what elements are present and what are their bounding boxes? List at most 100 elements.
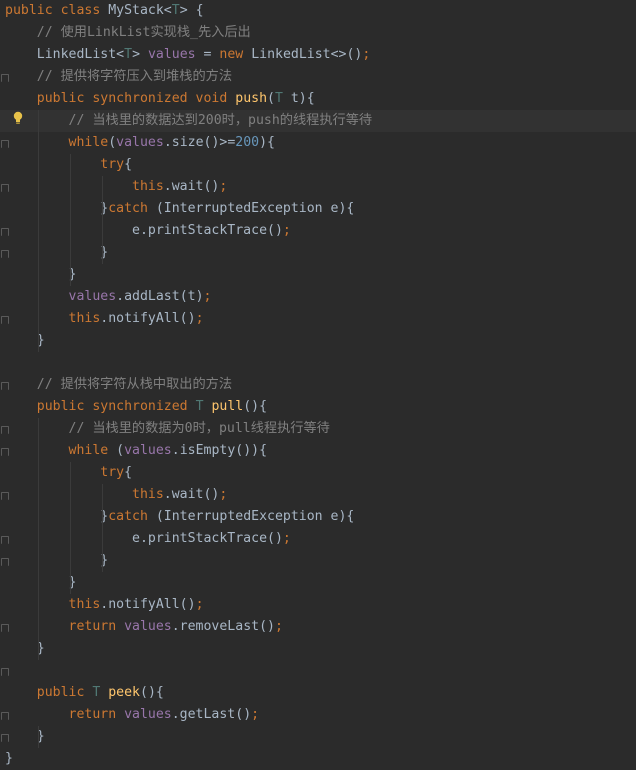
code-token: public xyxy=(5,685,93,700)
code-line[interactable]: e.printStackTrace(); xyxy=(0,528,636,550)
indent-guide xyxy=(70,462,71,594)
code-line[interactable]: this.wait(); xyxy=(0,484,636,506)
code-line-text: // 当栈里的数据为0时，pull线程执行等待 xyxy=(5,418,330,440)
code-token: .wait() xyxy=(163,179,220,194)
code-token: .notifyAll() xyxy=(100,311,196,326)
code-token: .wait() xyxy=(163,487,220,502)
code-line[interactable]: while (values.isEmpty()){ xyxy=(0,440,636,462)
code-line-text: } xyxy=(5,550,108,572)
code-token: ; xyxy=(274,619,283,634)
code-line[interactable]: } xyxy=(0,638,636,660)
code-token: ; xyxy=(203,289,212,304)
code-token: public synchronized void xyxy=(5,91,236,106)
code-line-text: } xyxy=(5,748,13,770)
code-line[interactable]: public T peek(){ xyxy=(0,682,636,704)
code-token: ( xyxy=(267,91,275,106)
code-line[interactable]: // 提供将字符从栈中取出的方法 xyxy=(0,374,636,396)
code-line[interactable]: } xyxy=(0,572,636,594)
code-line-text: while (values.isEmpty()){ xyxy=(5,440,268,462)
code-token: .getLast() xyxy=(171,707,252,722)
code-line[interactable]: } xyxy=(0,242,636,264)
code-line[interactable]: // 当栈里的数据达到200时，push的线程执行等待 xyxy=(0,110,636,132)
code-token: (){ xyxy=(243,399,268,414)
code-token: ; xyxy=(251,707,260,722)
code-line-text: // 当栈里的数据达到200时，push的线程执行等待 xyxy=(5,110,373,132)
code-token: // 当栈里的数据为0时，pull线程执行等待 xyxy=(5,421,330,436)
code-line-text: return values.getLast(); xyxy=(5,704,260,726)
indent-guide xyxy=(38,726,39,748)
code-token: ; xyxy=(282,531,291,546)
code-token: values xyxy=(68,289,117,304)
code-line[interactable]: try{ xyxy=(0,462,636,484)
code-token: T xyxy=(195,399,212,414)
code-line-text: }catch (InterruptedException e){ xyxy=(5,198,354,220)
code-line[interactable]: public synchronized void push(T t){ xyxy=(0,88,636,110)
code-line[interactable]: } xyxy=(0,748,636,770)
code-line[interactable]: }catch (InterruptedException e){ xyxy=(0,506,636,528)
code-token: ( xyxy=(116,443,125,458)
code-token: > xyxy=(132,47,148,62)
code-line-text: // 使用LinkList实现栈_先入后出 xyxy=(5,22,251,44)
code-token: return xyxy=(5,619,125,634)
indent-guide xyxy=(38,110,39,352)
code-line-text: // 提供将字符压入到堆栈的方法 xyxy=(5,66,232,88)
code-token: MyStack xyxy=(108,3,164,18)
code-token: ){ xyxy=(259,135,275,150)
code-line-text: return values.removeLast(); xyxy=(5,616,283,638)
code-line[interactable]: this.notifyAll(); xyxy=(0,594,636,616)
code-token: this xyxy=(5,179,164,194)
code-line[interactable] xyxy=(0,352,636,374)
code-line[interactable]: return values.removeLast(); xyxy=(0,616,636,638)
code-token: > { xyxy=(179,3,204,18)
code-line[interactable]: LinkedList<T> values = new LinkedList<>(… xyxy=(0,44,636,66)
code-line[interactable]: } xyxy=(0,550,636,572)
code-token: public synchronized xyxy=(5,399,196,414)
code-line[interactable]: } xyxy=(0,264,636,286)
code-line[interactable]: while(values.size()>=200){ xyxy=(0,132,636,154)
code-line[interactable] xyxy=(0,660,636,682)
code-editor[interactable]: public class MyStack<T> { // 使用LinkList实… xyxy=(0,0,636,766)
code-token: T xyxy=(92,685,109,700)
code-token: ; xyxy=(195,597,204,612)
code-token: .addLast(t) xyxy=(116,289,204,304)
code-line[interactable]: this.wait(); xyxy=(0,176,636,198)
code-line[interactable]: } xyxy=(0,726,636,748)
indent-guide xyxy=(70,154,71,286)
code-line-text: this.notifyAll(); xyxy=(5,594,204,616)
code-token: .notifyAll() xyxy=(100,597,196,612)
code-token: } xyxy=(5,751,13,766)
code-token: = xyxy=(195,47,220,62)
code-token: (InterruptedException e){ xyxy=(155,509,355,524)
code-token: pull xyxy=(211,399,244,414)
code-line-text: try{ xyxy=(5,462,132,484)
code-line-text: values.addLast(t); xyxy=(5,286,212,308)
code-line[interactable]: } xyxy=(0,330,636,352)
code-token: values xyxy=(124,619,172,634)
code-token: T xyxy=(124,47,133,62)
code-line[interactable]: public synchronized T pull(){ xyxy=(0,396,636,418)
code-token: values xyxy=(124,707,172,722)
code-line[interactable]: public class MyStack<T> { xyxy=(0,0,636,22)
code-line[interactable]: // 当栈里的数据为0时，pull线程执行等待 xyxy=(0,418,636,440)
code-token: try xyxy=(5,157,125,172)
code-line-text: // 提供将字符从栈中取出的方法 xyxy=(5,374,232,396)
code-line[interactable]: e.printStackTrace(); xyxy=(0,220,636,242)
code-line[interactable]: // 提供将字符压入到堆栈的方法 xyxy=(0,66,636,88)
code-token: .size()>= xyxy=(163,135,236,150)
code-line[interactable]: values.addLast(t); xyxy=(0,286,636,308)
indent-guide xyxy=(38,418,39,660)
code-token: values xyxy=(147,47,196,62)
indent-guide xyxy=(102,484,103,572)
code-line[interactable]: }catch (InterruptedException e){ xyxy=(0,198,636,220)
code-token: e.printStackTrace() xyxy=(5,531,283,546)
code-line[interactable]: // 使用LinkList实现栈_先入后出 xyxy=(0,22,636,44)
code-token: ; xyxy=(219,487,228,502)
code-line[interactable]: try{ xyxy=(0,154,636,176)
code-token: try xyxy=(5,465,125,480)
code-line[interactable]: this.notifyAll(); xyxy=(0,308,636,330)
lightbulb-icon[interactable] xyxy=(13,111,23,125)
code-line-text: } xyxy=(5,572,77,594)
code-line-text: try{ xyxy=(5,154,132,176)
code-token: public class xyxy=(5,3,109,18)
code-line[interactable]: return values.getLast(); xyxy=(0,704,636,726)
